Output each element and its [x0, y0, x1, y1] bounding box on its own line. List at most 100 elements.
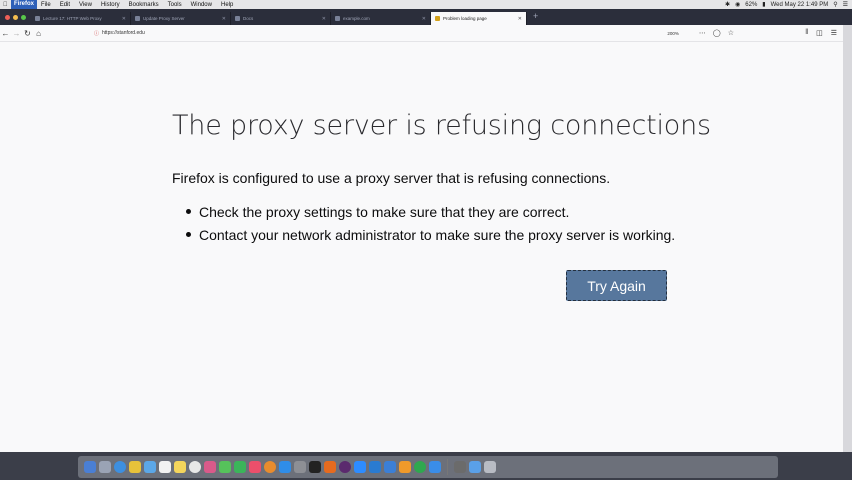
menu-edit[interactable]: Edit — [60, 2, 70, 8]
window-controls — [0, 15, 31, 25]
trash-icon[interactable] — [484, 461, 496, 473]
error-suggestions: Check the proxy settings to make sure th… — [186, 200, 675, 246]
firefox-icon[interactable] — [324, 461, 336, 473]
close-tab-icon[interactable]: ✕ — [518, 16, 522, 22]
bullet-icon — [186, 209, 191, 214]
list-item: Check the proxy settings to make sure th… — [186, 200, 675, 223]
menu-help[interactable]: Help — [221, 2, 233, 8]
facetime-icon[interactable] — [234, 461, 246, 473]
menu-tools[interactable]: Tools — [168, 2, 182, 8]
list-item: Contact your network administrator to ma… — [186, 223, 675, 246]
pages-icon[interactable] — [399, 461, 411, 473]
mail-icon[interactable] — [144, 461, 156, 473]
close-tab-icon[interactable]: ✕ — [122, 16, 126, 22]
music-icon[interactable] — [249, 461, 261, 473]
battery-icon[interactable]: ▮ — [762, 1, 765, 8]
zoom-icon[interactable] — [354, 461, 366, 473]
close-tab-icon[interactable]: ✕ — [322, 16, 326, 22]
menu-bookmarks[interactable]: Bookmarks — [129, 2, 159, 8]
xcode-icon[interactable] — [429, 461, 441, 473]
connection-info-icon[interactable]: ⓘ — [94, 30, 99, 37]
activity-monitor-icon[interactable] — [454, 461, 466, 473]
app-store-icon[interactable] — [279, 461, 291, 473]
url-bar[interactable]: ⓘ https://stanford.edu 200% ⋯ ◯ ☆ — [94, 27, 734, 39]
try-again-button[interactable]: Try Again — [566, 270, 667, 301]
apple-icon[interactable]:  — [3, 2, 11, 8]
notes-icon[interactable] — [174, 461, 186, 473]
url-text[interactable]: https://stanford.edu — [102, 30, 145, 36]
calendar-icon[interactable] — [159, 461, 171, 473]
numbers-icon[interactable] — [414, 461, 426, 473]
tab-docs[interactable]: Docs ✕ — [231, 12, 331, 25]
books-icon[interactable] — [264, 461, 276, 473]
fullscreen-window-icon[interactable] — [21, 15, 26, 20]
photos-icon[interactable] — [204, 461, 216, 473]
clock[interactable]: Wed May 22 1:49 PM — [771, 2, 829, 8]
finder-icon[interactable] — [84, 461, 96, 473]
close-tab-icon[interactable]: ✕ — [222, 16, 226, 22]
warning-icon — [435, 16, 440, 21]
sidebar-icon[interactable]: ◫ — [816, 29, 823, 37]
home-icon[interactable]: ⌂ — [33, 29, 44, 38]
page-actions: ⋯ ◯ ☆ — [699, 29, 734, 37]
search-icon[interactable]: ⚲ — [833, 1, 837, 8]
menu-view[interactable]: View — [79, 2, 92, 8]
keynote-icon[interactable] — [384, 461, 396, 473]
tab-title: example.com — [343, 16, 370, 21]
tab-title: Docs — [243, 16, 254, 21]
tab-title: Update Proxy Server — [143, 16, 185, 21]
new-tab-icon[interactable]: + — [527, 10, 544, 25]
suggestion-text: Check the proxy settings to make sure th… — [199, 203, 570, 220]
tab-lecture[interactable]: Lecture 17: HTTP Web Proxy ✕ — [31, 12, 131, 25]
close-window-icon[interactable] — [5, 15, 10, 20]
minimize-window-icon[interactable] — [13, 15, 18, 20]
vscode-icon[interactable] — [369, 461, 381, 473]
mac-menubar:  Firefox File Edit View History Bookmar… — [0, 0, 852, 9]
bluetooth-icon[interactable]: ✱ — [725, 1, 730, 8]
window-edge — [843, 25, 852, 452]
bullet-icon — [186, 232, 191, 237]
tab-title: Problem loading page — [443, 16, 487, 21]
zoom-level[interactable]: 200% — [667, 31, 679, 36]
menu-history[interactable]: History — [101, 2, 120, 8]
tab-strip: Lecture 17: HTTP Web Proxy ✕ Update Prox… — [0, 9, 852, 25]
error-title: The proxy server is refusing connections — [172, 110, 711, 141]
tab-title: Lecture 17: HTTP Web Proxy — [43, 16, 102, 21]
tab-example[interactable]: example.com ✕ — [331, 12, 431, 25]
downloads-icon[interactable] — [469, 461, 481, 473]
chrome-icon[interactable] — [129, 461, 141, 473]
pocket-icon[interactable]: ◯ — [713, 29, 721, 37]
reload-icon[interactable]: ↻ — [22, 29, 33, 38]
menubar-status: ✱ ◉ 62% ▮ Wed May 22 1:49 PM ⚲ ☰ — [725, 1, 852, 9]
menu-window[interactable]: Window — [191, 2, 212, 8]
dock-shelf — [78, 456, 778, 478]
preferences-icon[interactable] — [294, 461, 306, 473]
hamburger-menu-icon[interactable]: ☰ — [831, 29, 837, 37]
bookmark-star-icon[interactable]: ☆ — [728, 29, 734, 37]
back-icon[interactable]: ← — [0, 29, 11, 38]
navigation-toolbar: ← → ↻ ⌂ ⓘ https://stanford.edu 200% ⋯ ◯ … — [0, 25, 843, 42]
tab-favicon-icon — [135, 16, 140, 21]
reminders-icon[interactable] — [189, 461, 201, 473]
page-actions-icon[interactable]: ⋯ — [699, 29, 706, 37]
library-icon[interactable]: ‖ — [805, 29, 808, 37]
menu-app-name[interactable]: Firefox — [11, 0, 38, 9]
notification-center-icon[interactable]: ☰ — [843, 1, 848, 8]
wifi-icon[interactable]: ◉ — [735, 1, 740, 8]
slack-icon[interactable] — [339, 461, 351, 473]
safari-icon[interactable] — [114, 461, 126, 473]
close-tab-icon[interactable]: ✕ — [422, 16, 426, 22]
tab-favicon-icon — [335, 16, 340, 21]
tab-favicon-icon — [235, 16, 240, 21]
terminal-icon[interactable] — [309, 461, 321, 473]
battery-percent[interactable]: 62% — [745, 2, 757, 8]
dock-separator — [447, 459, 448, 475]
launchpad-icon[interactable] — [99, 461, 111, 473]
mac-dock — [0, 452, 852, 480]
forward-icon[interactable]: → — [11, 29, 22, 38]
messages-icon[interactable] — [219, 461, 231, 473]
tab-problem-loading[interactable]: Problem loading page ✕ — [431, 12, 527, 25]
tab-update-proxy[interactable]: Update Proxy Server ✕ — [131, 12, 231, 25]
menu-file[interactable]: File — [41, 2, 51, 8]
tab-favicon-icon — [35, 16, 40, 21]
